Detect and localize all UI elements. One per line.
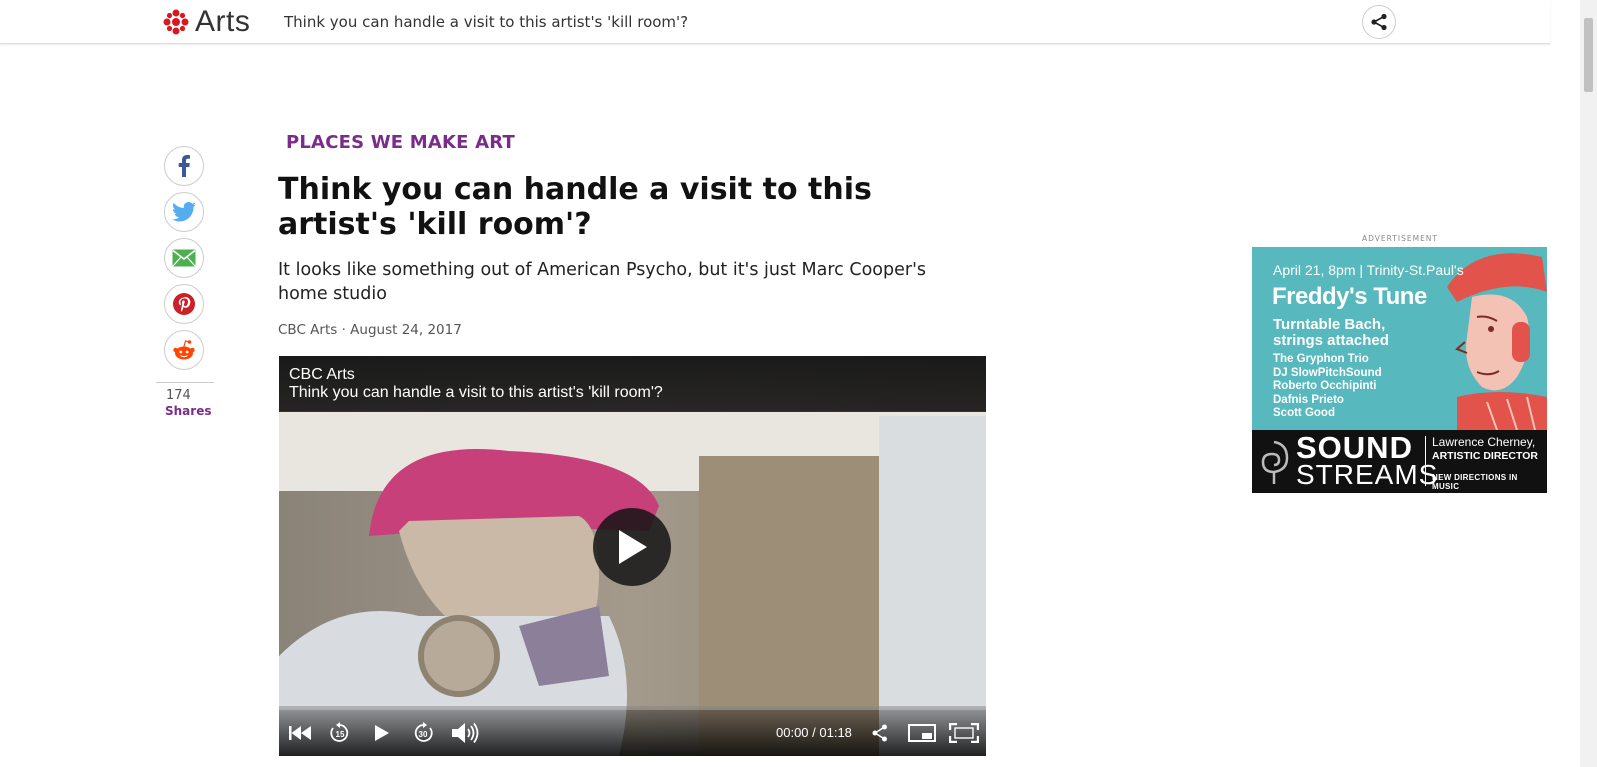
volume-button[interactable] <box>451 722 481 744</box>
brand-name: Arts <box>195 5 251 38</box>
article-headline: Think you can handle a visit to this art… <box>278 172 872 242</box>
reddit-icon <box>173 340 195 360</box>
ad-director-name: Lawrence Cherney, <box>1432 435 1536 449</box>
video-controls: 15 30 00:00 / 01:18 <box>279 706 986 756</box>
share-divider <box>156 382 214 383</box>
ad-subtitle: Turntable Bach, strings attached <box>1273 316 1389 349</box>
ad-date: April 21, 8pm | Trinity-St.Paul's <box>1273 262 1464 278</box>
share-count-label: Shares <box>165 404 212 418</box>
rewind-15-button[interactable]: 15 <box>329 722 351 744</box>
share-icon <box>1371 13 1387 31</box>
pinterest-icon <box>173 293 195 315</box>
ad-performer: DJ SlowPitchSound <box>1273 366 1382 379</box>
video-player[interactable]: CBC Arts Think you can handle a visit to… <box>279 356 986 756</box>
ad-title: Freddy's Tune <box>1272 283 1427 310</box>
ad-performer: Scott Good <box>1273 407 1335 419</box>
top-header: Arts Think you can handle a visit to thi… <box>0 0 1550 44</box>
svg-text:15: 15 <box>336 730 345 739</box>
article-deck: It looks like something out of American … <box>278 260 926 304</box>
cbc-gem-icon <box>163 9 189 35</box>
reddit-share-button[interactable] <box>164 330 204 370</box>
facebook-share-button[interactable] <box>164 146 204 186</box>
ad-brand-line2: STREAMS <box>1296 459 1439 490</box>
video-share-button[interactable] <box>871 722 889 744</box>
ad-brand-strip: SOUND STREAMS Lawrence Cherney, ARTISTIC… <box>1252 430 1547 493</box>
page-scrollbar[interactable] <box>1580 0 1597 767</box>
pinterest-share-button[interactable] <box>164 284 204 324</box>
ad-performer: Roberto Occhipinti <box>1273 380 1377 392</box>
video-title: Think you can handle a visit to this art… <box>289 384 663 401</box>
volume-icon <box>452 723 479 743</box>
header-share-button[interactable] <box>1362 5 1396 39</box>
ad-director: Lawrence Cherney, ARTISTIC DIRECTOR <box>1432 436 1538 463</box>
ad-tagline: NEW DIRECTIONS IN MUSIC <box>1432 473 1518 491</box>
ad-brand-line1: SOUND <box>1296 430 1413 465</box>
cbc-arts-logo[interactable]: Arts <box>163 5 251 38</box>
skip-back-icon <box>289 726 311 740</box>
ad-director-role: ARTISTIC DIRECTOR <box>1432 450 1538 462</box>
svg-text:30: 30 <box>419 730 428 739</box>
facebook-icon <box>178 155 190 177</box>
advertisement-label: ADVERTISEMENT <box>1362 234 1439 243</box>
twitter-share-button[interactable] <box>164 192 204 232</box>
header-article-title: Think you can handle a visit to this art… <box>284 13 689 31</box>
share-count: 174 <box>166 388 191 403</box>
video-titlebar: CBC Arts Think you can handle a visit to… <box>279 356 986 412</box>
video-time: 00:00 / 01:18 <box>776 725 852 740</box>
video-source: CBC Arts <box>289 366 355 383</box>
forward-30-button[interactable]: 30 <box>412 722 434 744</box>
ad-performers: The Gryphon Trio DJ SlowPitchSound Rober… <box>1273 353 1382 421</box>
article-category-link[interactable]: PLACES WE MAKE ART <box>286 132 515 153</box>
picture-in-picture-icon <box>908 724 936 742</box>
fullscreen-button[interactable] <box>949 722 979 744</box>
email-share-button[interactable] <box>164 238 204 278</box>
ad-performer: Dafnis Prieto <box>1273 393 1344 406</box>
scrollbar-thumb[interactable] <box>1584 18 1593 92</box>
play-icon <box>619 530 647 564</box>
picture-in-picture-button[interactable] <box>907 722 937 744</box>
play-button[interactable] <box>373 722 391 744</box>
video-progress-bar[interactable] <box>279 706 986 710</box>
advertisement-banner[interactable]: April 21, 8pm | Trinity-St.Paul's Freddy… <box>1252 247 1547 493</box>
share-icon <box>872 724 887 742</box>
big-play-button[interactable] <box>593 508 671 586</box>
play-small-icon <box>375 725 389 741</box>
article-byline: CBC Arts · August 24, 2017 <box>278 322 462 338</box>
email-icon <box>172 249 196 267</box>
soundstreams-logo-icon <box>1261 440 1289 484</box>
fullscreen-icon <box>949 723 979 743</box>
rewind-15-icon: 15 <box>330 722 349 742</box>
ad-brand-divider <box>1425 436 1426 486</box>
forward-30-icon: 30 <box>414 722 433 742</box>
twitter-icon <box>172 202 196 222</box>
ad-performer: The Gryphon Trio <box>1273 353 1369 365</box>
skip-back-button[interactable] <box>289 722 311 744</box>
social-share-rail <box>164 146 206 376</box>
